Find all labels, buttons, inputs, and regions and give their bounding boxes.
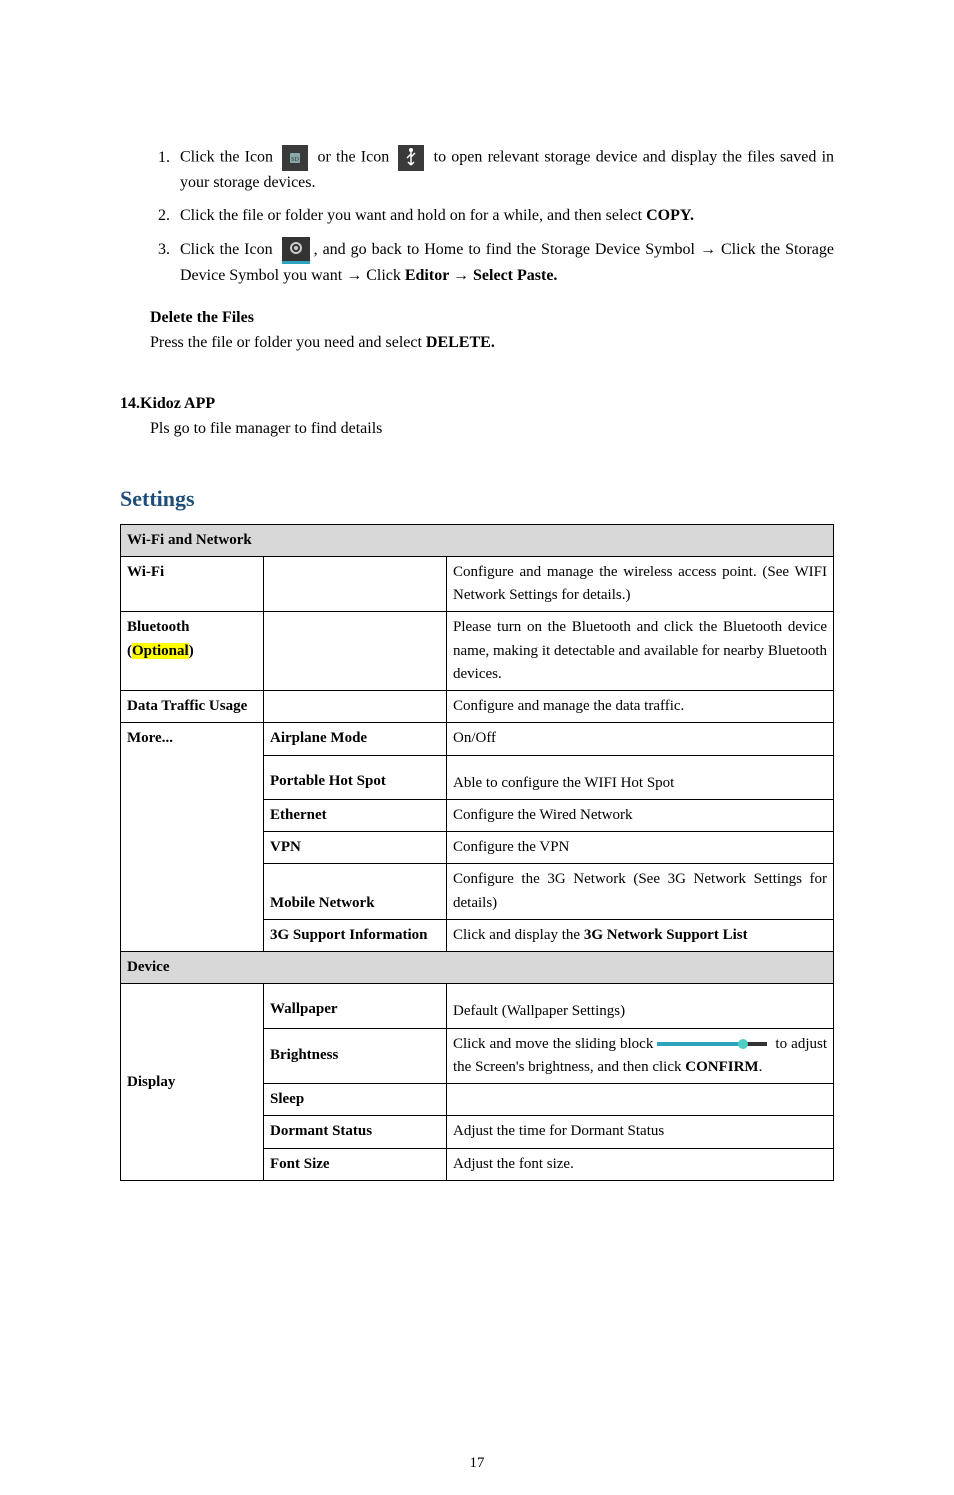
row-desc: Click and move the sliding block to adju… bbox=[447, 1028, 834, 1084]
text: Click the Icon bbox=[180, 149, 278, 166]
row-label: Display bbox=[121, 984, 264, 1181]
row-bluetooth: Bluetooth (Optional) Please turn on the … bbox=[121, 612, 834, 691]
settings-heading: Settings bbox=[120, 482, 834, 516]
text: Click the Icon bbox=[180, 241, 278, 258]
delete-files-body: Press the file or folder you need and se… bbox=[150, 331, 834, 356]
paste-label: Select Paste. bbox=[473, 267, 557, 284]
row-desc: Configure and manage the data traffic. bbox=[447, 691, 834, 723]
text: → bbox=[449, 267, 473, 284]
text: ) bbox=[189, 643, 194, 659]
text: Click and move the sliding block bbox=[453, 1036, 653, 1052]
row-data-traffic: Data Traffic Usage Configure and manage … bbox=[121, 691, 834, 723]
optional-highlight: Optional bbox=[132, 643, 189, 659]
usb-icon bbox=[398, 145, 424, 171]
row-wifi: Wi-Fi Configure and manage the wireless … bbox=[121, 556, 834, 612]
sd-card-icon: SD bbox=[282, 145, 308, 171]
row-desc: Configure the Wired Network bbox=[447, 799, 834, 831]
page-number: 17 bbox=[0, 1452, 954, 1475]
row-desc: Configure the VPN bbox=[447, 832, 834, 864]
support-list-label: 3G Network Support List bbox=[584, 927, 748, 943]
row-label: Bluetooth (Optional) bbox=[121, 612, 264, 691]
sub-label: Wallpaper bbox=[264, 984, 447, 1028]
instruction-1: Click the Icon SD or the Icon to open re… bbox=[174, 145, 834, 196]
sub-label: Brightness bbox=[264, 1028, 447, 1084]
home-icon bbox=[282, 237, 310, 264]
row-wallpaper: Display Wallpaper Default (Wallpaper Set… bbox=[121, 984, 834, 1028]
row-desc: Able to configure the WIFI Hot Spot bbox=[447, 755, 834, 799]
sub-label: Ethernet bbox=[264, 799, 447, 831]
sub-label: Font Size bbox=[264, 1148, 447, 1180]
sub-label: Airplane Mode bbox=[264, 723, 447, 755]
row-desc: Adjust the time for Dormant Status bbox=[447, 1116, 834, 1148]
row-label: Wi-Fi bbox=[121, 556, 264, 612]
instruction-3: Click the Icon , and go back to Home to … bbox=[174, 237, 834, 289]
text: Bluetooth bbox=[127, 619, 190, 635]
editor-label: Editor bbox=[405, 267, 449, 284]
settings-table: Wi-Fi and Network Wi-Fi Configure and ma… bbox=[120, 524, 834, 1181]
kidoz-body: Pls go to file manager to find details bbox=[150, 417, 834, 442]
confirm-label: CONFIRM bbox=[685, 1059, 758, 1075]
row-desc: Please turn on the Bluetooth and click t… bbox=[447, 612, 834, 691]
numbered-instructions: Click the Icon SD or the Icon to open re… bbox=[150, 145, 834, 288]
section-device: Device bbox=[121, 952, 834, 984]
instruction-2: Click the file or folder you want and ho… bbox=[174, 204, 834, 229]
sub-label: 3G Support Information bbox=[264, 919, 447, 951]
delete-label: DELETE. bbox=[426, 334, 495, 351]
sub-label: Sleep bbox=[264, 1084, 447, 1116]
row-desc: On/Off bbox=[447, 723, 834, 755]
svg-text:SD: SD bbox=[291, 157, 299, 163]
text: . bbox=[759, 1059, 763, 1075]
text: Click the file or folder you want and ho… bbox=[180, 207, 646, 224]
sub-label: VPN bbox=[264, 832, 447, 864]
row-airplane: More... Airplane Mode On/Off bbox=[121, 723, 834, 755]
row-desc: Adjust the font size. bbox=[447, 1148, 834, 1180]
kidoz-heading: 14.Kidoz APP bbox=[120, 392, 834, 417]
text: or the Icon bbox=[317, 149, 394, 166]
sub-label: Mobile Network bbox=[264, 864, 447, 920]
section-wifi-network: Wi-Fi and Network bbox=[121, 524, 834, 556]
copy-label: COPY. bbox=[646, 207, 694, 224]
text: Click and display the bbox=[453, 927, 584, 943]
sub-label: Dormant Status bbox=[264, 1116, 447, 1148]
row-label: Data Traffic Usage bbox=[121, 691, 264, 723]
row-desc: Default (Wallpaper Settings) bbox=[447, 984, 834, 1028]
delete-files-heading: Delete the Files bbox=[150, 306, 834, 331]
sub-label: Portable Hot Spot bbox=[264, 755, 447, 799]
text: Press the file or folder you need and se… bbox=[150, 334, 426, 351]
brightness-slider-icon bbox=[657, 1039, 767, 1049]
row-desc: Configure and manage the wireless access… bbox=[447, 556, 834, 612]
row-desc: Click and display the 3G Network Support… bbox=[447, 919, 834, 951]
row-label: More... bbox=[121, 723, 264, 952]
row-desc bbox=[447, 1084, 834, 1116]
row-desc: Configure the 3G Network (See 3G Network… bbox=[447, 864, 834, 920]
